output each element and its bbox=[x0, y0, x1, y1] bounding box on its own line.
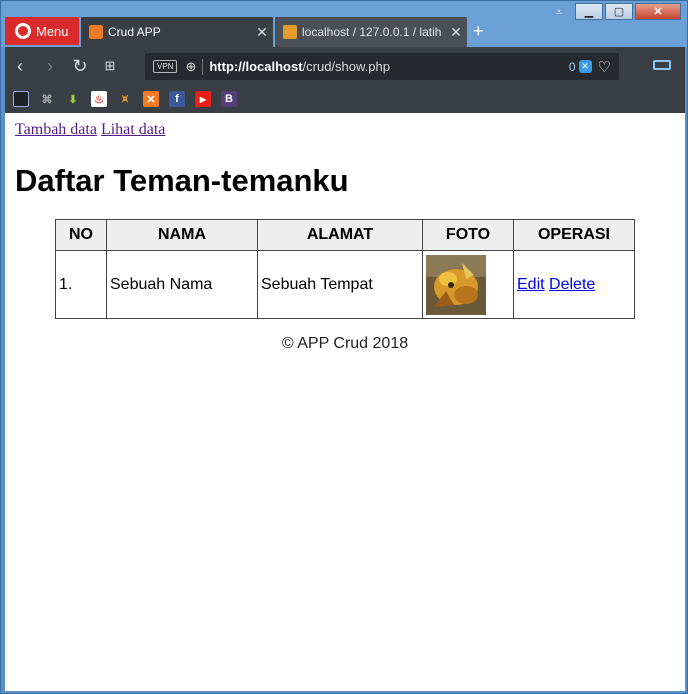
page-footer: © APP Crud 2018 bbox=[281, 335, 409, 352]
header-foto: FOTO bbox=[422, 219, 514, 251]
title-bar: ⩡ ▁ ▢ ✕ Menu Crud APP ✕ localhost / 127.… bbox=[1, 1, 687, 47]
new-tab-icon[interactable]: + bbox=[473, 21, 484, 42]
bootstrap-icon[interactable]: B bbox=[221, 91, 237, 107]
phpmyadmin-icon[interactable]: ⩙ bbox=[117, 91, 133, 107]
url-host: http://localhost bbox=[209, 59, 303, 74]
header-operasi: OPERASI bbox=[513, 219, 635, 251]
bookmarks-bar: ⌘ ⬇ ♨ ⩙ ✕ f ▶ B bbox=[5, 85, 685, 113]
bookmark-icon[interactable] bbox=[13, 91, 29, 107]
delete-link[interactable]: Delete bbox=[549, 276, 595, 293]
reload-icon[interactable]: ↻ bbox=[65, 51, 95, 81]
edit-link[interactable]: Edit bbox=[517, 276, 545, 293]
table-row: 1. Sebuah Nama Sebuah Tempat Edit Delete bbox=[55, 250, 635, 319]
view-data-link[interactable]: Lihat data bbox=[101, 121, 165, 138]
battery-icon[interactable] bbox=[653, 60, 671, 70]
friends-table: NO NAMA ALAMAT FOTO OPERASI 1. Sebuah Na… bbox=[55, 219, 635, 319]
tab-menu-icon[interactable]: ⩡ bbox=[549, 5, 569, 21]
opera-logo-icon bbox=[15, 23, 31, 39]
xampp-icon bbox=[89, 25, 103, 39]
tab-title: Crud APP bbox=[108, 25, 161, 39]
back-icon[interactable]: ‹ bbox=[5, 51, 35, 81]
cell-operasi: Edit Delete bbox=[513, 250, 635, 319]
url-text[interactable]: http://localhost/crud/show.php bbox=[209, 59, 569, 74]
adblock-count: 0 bbox=[568, 59, 576, 74]
header-alamat: ALAMAT bbox=[257, 219, 423, 251]
heart-icon[interactable]: ♡ bbox=[598, 58, 611, 76]
forward-icon[interactable]: › bbox=[35, 51, 65, 81]
vpn-badge[interactable]: VPN bbox=[153, 60, 178, 73]
cell-foto bbox=[422, 250, 514, 319]
pdf-icon[interactable]: ⌘ bbox=[39, 91, 55, 107]
navigation-toolbar: ‹ › ↻ ⊞ VPN ⊕ http://localhost/crud/show… bbox=[5, 47, 685, 85]
divider bbox=[202, 58, 204, 75]
minimize-button[interactable]: ▁ bbox=[575, 3, 603, 20]
close-icon[interactable]: ✕ bbox=[251, 24, 273, 41]
header-nama: NAMA bbox=[106, 219, 258, 251]
cell-no: 1. bbox=[55, 250, 107, 319]
header-no: NO bbox=[55, 219, 107, 251]
facebook-icon[interactable]: f bbox=[169, 91, 185, 107]
tab-phpmyadmin[interactable]: localhost / 127.0.0.1 / latih ✕ bbox=[275, 17, 467, 47]
page-title: Daftar Teman-temanku bbox=[15, 163, 349, 198]
tab-crud-app[interactable]: Crud APP ✕ bbox=[81, 17, 273, 47]
fire-icon[interactable]: ♨ bbox=[91, 91, 107, 107]
page-content: Tambah data Lihat data Daftar Teman-tema… bbox=[5, 113, 685, 691]
speed-dial-icon[interactable]: ⊞ bbox=[95, 51, 125, 81]
add-data-link[interactable]: Tambah data bbox=[15, 121, 97, 138]
adblock-shield-icon: ✕ bbox=[578, 60, 592, 73]
tab-title: localhost / 127.0.0.1 / latih bbox=[302, 25, 442, 39]
maximize-button[interactable]: ▢ bbox=[605, 3, 633, 20]
address-bar[interactable]: VPN ⊕ http://localhost/crud/show.php 0 ✕… bbox=[145, 53, 619, 80]
friend-photo bbox=[426, 254, 486, 315]
page-nav: Tambah data Lihat data bbox=[15, 121, 165, 139]
phpmyadmin-icon bbox=[283, 25, 297, 39]
menu-label: Menu bbox=[36, 23, 69, 39]
close-icon[interactable]: ✕ bbox=[445, 24, 467, 41]
cell-alamat: Sebuah Tempat bbox=[257, 250, 423, 319]
table-header-row: NO NAMA ALAMAT FOTO OPERASI bbox=[55, 219, 635, 251]
opera-menu-button[interactable]: Menu bbox=[5, 17, 79, 45]
download-icon[interactable]: ⬇ bbox=[65, 91, 81, 107]
url-path: /crud/show.php bbox=[302, 59, 390, 74]
globe-icon: ⊕ bbox=[185, 58, 197, 74]
cell-nama: Sebuah Nama bbox=[106, 250, 258, 319]
close-window-button[interactable]: ✕ bbox=[635, 3, 681, 20]
window-controls: ▁ ▢ ✕ bbox=[575, 3, 681, 20]
browser-window: ⩡ ▁ ▢ ✕ Menu Crud APP ✕ localhost / 127.… bbox=[0, 0, 688, 694]
youtube-icon[interactable]: ▶ bbox=[195, 91, 211, 107]
xampp-icon[interactable]: ✕ bbox=[143, 91, 159, 107]
adblock-indicator[interactable]: 0 ✕ bbox=[569, 60, 592, 74]
